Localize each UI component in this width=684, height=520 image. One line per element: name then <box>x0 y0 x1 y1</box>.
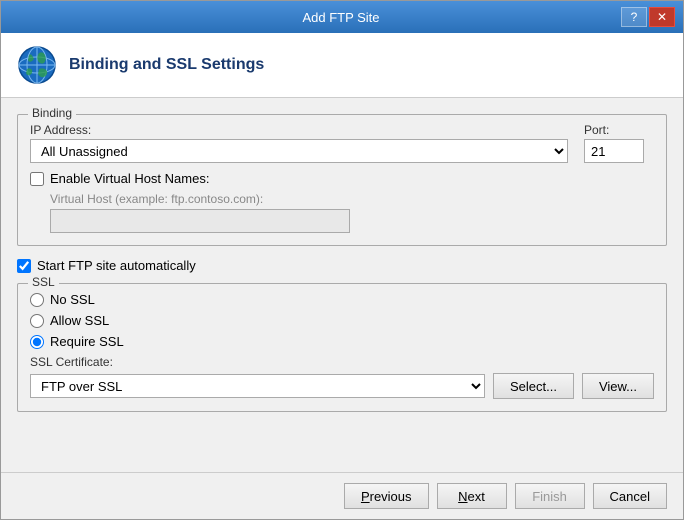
previous-button[interactable]: Previous <box>344 483 429 509</box>
start-ftp-label: Start FTP site automatically <box>37 258 196 273</box>
no-ssl-radio[interactable] <box>30 293 44 307</box>
virtual-host-placeholder-label: Virtual Host (example: ftp.contoso.com): <box>50 192 654 206</box>
binding-group-label: Binding <box>28 106 76 120</box>
close-button[interactable]: ✕ <box>649 7 675 27</box>
require-ssl-label: Require SSL <box>50 334 124 349</box>
main-window: Add FTP Site ? ✕ Binding and SSL Setting… <box>0 0 684 520</box>
globe-icon <box>17 45 57 85</box>
virtual-host-checkbox[interactable] <box>30 172 44 186</box>
virtual-host-input[interactable] <box>50 209 350 233</box>
title-bar-buttons: ? ✕ <box>621 7 675 27</box>
virtual-host-input-area: Virtual Host (example: ftp.contoso.com): <box>50 192 654 233</box>
next-underline-icon: N <box>458 489 467 504</box>
window-title: Add FTP Site <box>61 10 621 25</box>
help-button[interactable]: ? <box>621 7 647 27</box>
allow-ssl-radio[interactable] <box>30 314 44 328</box>
select-button[interactable]: Select... <box>493 373 574 399</box>
header-section: Binding and SSL Settings <box>1 33 683 98</box>
require-ssl-row: Require SSL <box>30 334 654 349</box>
start-ftp-row: Start FTP site automatically <box>17 258 667 273</box>
footer: Previous Next Finish Cancel <box>1 472 683 519</box>
content-area: Binding IP Address: All Unassigned Port:… <box>1 98 683 472</box>
header-title: Binding and SSL Settings <box>69 56 264 74</box>
start-ftp-checkbox[interactable] <box>17 259 31 273</box>
port-field: Port: <box>584 123 654 163</box>
ssl-cert-select[interactable]: FTP over SSL <box>30 374 485 398</box>
binding-group: Binding IP Address: All Unassigned Port:… <box>17 114 667 246</box>
next-label-rest: ext <box>468 489 485 504</box>
view-button[interactable]: View... <box>582 373 654 399</box>
require-ssl-radio[interactable] <box>30 335 44 349</box>
previous-label-rest: revious <box>370 489 412 504</box>
virtual-host-checkbox-row: Enable Virtual Host Names: <box>30 171 654 186</box>
ip-field: IP Address: All Unassigned <box>30 123 568 163</box>
ssl-group-label: SSL <box>28 275 59 289</box>
no-ssl-label: No SSL <box>50 292 95 307</box>
ip-select[interactable]: All Unassigned <box>30 139 568 163</box>
ip-label: IP Address: <box>30 123 568 137</box>
ssl-certificate-section: SSL Certificate: FTP over SSL Select... … <box>30 355 654 399</box>
title-bar: Add FTP Site ? ✕ <box>1 1 683 33</box>
ssl-cert-controls: FTP over SSL Select... View... <box>30 373 654 399</box>
port-label: Port: <box>584 123 654 137</box>
no-ssl-row: No SSL <box>30 292 654 307</box>
ssl-group: SSL No SSL Allow SSL Require SSL SSL Cer… <box>17 283 667 412</box>
virtual-host-label: Enable Virtual Host Names: <box>50 171 209 186</box>
allow-ssl-row: Allow SSL <box>30 313 654 328</box>
allow-ssl-label: Allow SSL <box>50 313 109 328</box>
ssl-certificate-label: SSL Certificate: <box>30 355 654 369</box>
port-input[interactable] <box>584 139 644 163</box>
finish-button[interactable]: Finish <box>515 483 585 509</box>
next-button[interactable]: Next <box>437 483 507 509</box>
previous-underline-icon: P <box>361 489 370 504</box>
ip-port-row: IP Address: All Unassigned Port: <box>30 123 654 163</box>
cancel-button[interactable]: Cancel <box>593 483 667 509</box>
